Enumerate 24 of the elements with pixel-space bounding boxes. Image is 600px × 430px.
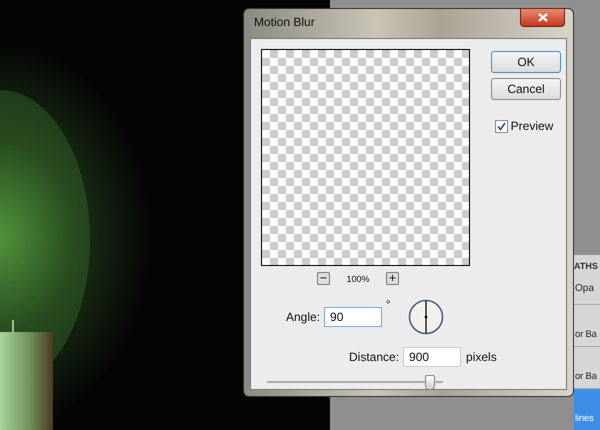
preview-label: Preview [510, 119, 554, 133]
ok-button[interactable]: OK [491, 51, 561, 73]
close-button[interactable] [520, 8, 565, 27]
layer-name: or Ba [575, 329, 597, 340]
angle-label: Angle: [286, 310, 320, 324]
checkmark-icon [496, 122, 506, 130]
zoom-in-button[interactable]: + [386, 272, 399, 286]
slider-thumb[interactable] [424, 375, 435, 390]
cancel-button[interactable]: Cancel [491, 78, 561, 100]
angle-dial[interactable] [408, 299, 444, 336]
panel-tab[interactable]: ATHS [574, 255, 600, 275]
distance-field[interactable]: 900 [403, 347, 462, 368]
layer-name: or Ba [575, 371, 597, 382]
degree-unit: ° [386, 299, 390, 312]
close-icon [538, 13, 548, 22]
zoom-level: 100% [345, 274, 371, 284]
layer-name: lines [575, 413, 594, 424]
pixels-unit: pixels [466, 350, 497, 364]
zoom-out-button[interactable]: − [317, 272, 330, 286]
window-title: Motion Blur [254, 15, 315, 29]
distance-label: Distance: [349, 350, 400, 364]
preview-checkbox[interactable] [494, 120, 508, 132]
angle-field[interactable]: 90 [324, 307, 382, 328]
opacity-label: Opa [574, 282, 595, 296]
